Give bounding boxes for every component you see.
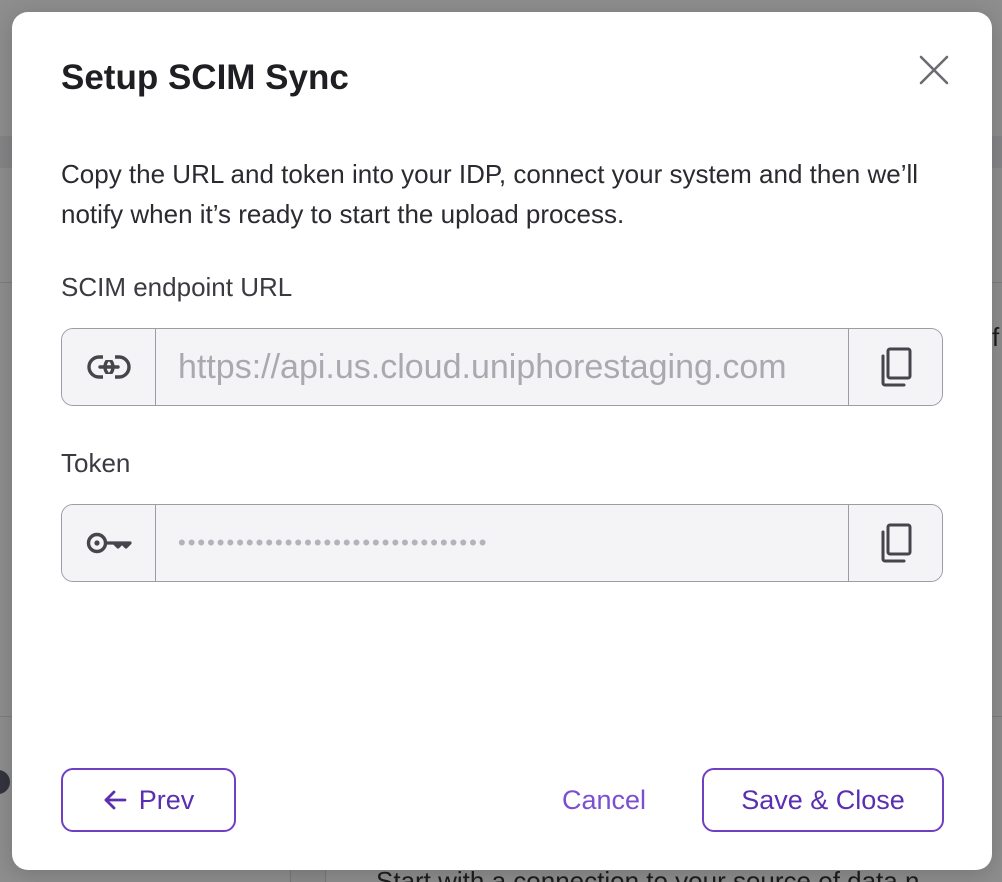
close-icon: [919, 55, 949, 85]
endpoint-url-label: SCIM endpoint URL: [61, 272, 293, 302]
link-icon: [86, 355, 131, 379]
endpoint-url-field: [61, 328, 943, 406]
token-input[interactable]: [156, 505, 848, 581]
arrow-left-icon: [104, 790, 127, 810]
dialog-description: Copy the URL and token into your IDP, co…: [61, 159, 919, 229]
save-and-close-button[interactable]: Save & Close: [702, 768, 944, 832]
copy-icon: [881, 347, 911, 387]
prev-button-label: Prev: [138, 784, 195, 815]
close-button[interactable]: [914, 50, 954, 90]
copy-token-button[interactable]: [848, 505, 942, 581]
dialog-title: Setup SCIM Sync: [61, 58, 349, 97]
token-label: Token: [61, 448, 131, 478]
token-prefix: [62, 505, 156, 581]
setup-scim-dialog: Setup SCIM Sync Copy the URL and token i…: [12, 12, 992, 870]
prev-button[interactable]: Prev: [61, 768, 236, 832]
token-field: [61, 504, 943, 582]
endpoint-url-prefix: [62, 329, 156, 405]
endpoint-url-input[interactable]: [156, 329, 848, 405]
copy-endpoint-url-button[interactable]: [848, 329, 942, 405]
key-icon: [86, 532, 132, 554]
copy-icon: [881, 523, 911, 563]
cancel-button[interactable]: Cancel: [542, 768, 666, 832]
